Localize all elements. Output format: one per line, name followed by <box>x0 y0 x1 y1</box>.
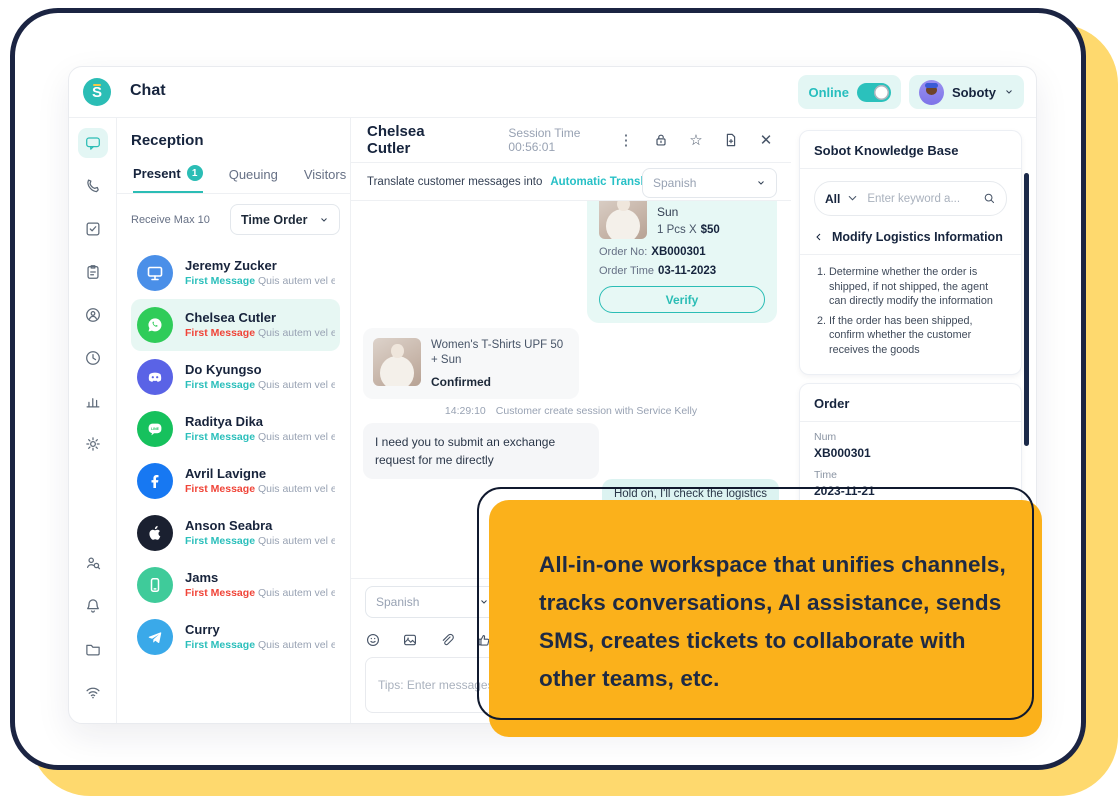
user-menu[interactable]: Soboty <box>909 75 1024 109</box>
session-time: Session Time 00:56:01 <box>508 126 603 154</box>
user-avatar <box>919 80 944 105</box>
translate-label: Translate customer messages into <box>367 176 542 188</box>
product-name: Sun <box>657 205 720 219</box>
nav-analytics-icon[interactable] <box>78 386 108 416</box>
nav-tasks-icon[interactable] <box>78 214 108 244</box>
present-count-badge: 1 <box>187 165 203 181</box>
channel-apple-icon <box>137 515 173 551</box>
feature-callout: All-in-one workspace that unifies channe… <box>489 500 1042 737</box>
kb-step: If the order has been shipped, confirm w… <box>829 314 1007 358</box>
chat-contact-name: Chelsea Cutler <box>367 123 448 157</box>
contact-row-curry[interactable]: Curry First Message Quis autem vel eum i… <box>131 611 340 663</box>
kb-search-input[interactable] <box>865 192 977 206</box>
nav-agent-icon[interactable] <box>78 300 108 330</box>
tab-queuing[interactable]: Queuing <box>229 165 278 193</box>
order-title: Order <box>814 396 1007 421</box>
nav-visitor-search-icon[interactable] <box>78 548 108 578</box>
nav-phone-icon[interactable] <box>78 171 108 201</box>
chevron-down-icon <box>846 192 859 205</box>
translate-bar: Translate customer messages into Automat… <box>351 163 791 201</box>
kb-title: Sobot Knowledge Base <box>814 143 1007 168</box>
verify-button[interactable]: Verify <box>599 286 765 313</box>
order-status: Confirmed <box>431 375 569 389</box>
page: S Chat Online Soboty <box>0 0 1120 800</box>
kb-article-header[interactable]: Modify Logistics Information <box>814 230 1007 244</box>
more-options-icon[interactable]: ⋮ <box>617 131 635 149</box>
header-right: Online Soboty <box>798 75 1024 109</box>
knowledge-base-card: Sobot Knowledge Base All Modify Logistic… <box>799 130 1022 375</box>
nav-notifications-icon[interactable] <box>78 591 108 621</box>
sort-order-select[interactable]: Time Order <box>230 204 340 235</box>
scrollbar[interactable] <box>1024 173 1029 446</box>
search-icon[interactable] <box>983 192 996 205</box>
nav-chat-icon[interactable] <box>78 128 108 158</box>
image-icon[interactable] <box>402 632 418 648</box>
contact-row-do-kyungso[interactable]: Do Kyungso First Message Quis autem vel … <box>131 351 340 403</box>
svg-text:LINE: LINE <box>151 427 159 431</box>
contact-row-raditya-dika[interactable]: LINE Raditya Dika First Message Quis aut… <box>131 403 340 455</box>
kb-filter-select[interactable]: All <box>825 192 840 206</box>
chevron-down-icon <box>319 215 329 225</box>
attachment-icon[interactable] <box>439 632 455 648</box>
customer-message-bubble: I need you to submit an exchange request… <box>363 423 599 479</box>
reception-title: Reception <box>131 132 340 149</box>
chevron-down-icon <box>1004 87 1014 97</box>
receive-max-label: Receive Max 10 <box>131 214 210 226</box>
online-toggle[interactable] <box>857 83 891 102</box>
user-name: Soboty <box>952 85 996 100</box>
reception-tabs: Present 1 Queuing Visitors <box>131 165 340 193</box>
reception-panel: Reception Present 1 Queuing Visitors Rec… <box>117 118 351 723</box>
online-label: Online <box>808 85 848 100</box>
chevron-down-icon <box>756 178 766 188</box>
emoji-icon[interactable] <box>365 632 381 648</box>
channel-line-icon: LINE <box>137 411 173 447</box>
product-photo <box>373 338 421 386</box>
contact-row-anson-seabra[interactable]: Anson Seabra First Message Quis autem ve… <box>131 507 340 559</box>
order-message-card: Sun 1 Pcs X$50 Order No:XB000301 Order T… <box>587 201 777 323</box>
sobot-logo: S <box>83 78 111 106</box>
page-title: Chat <box>130 82 166 100</box>
contact-row-jeremy-zucker[interactable]: Jeremy Zucker First Message Quis autem v… <box>131 247 340 299</box>
channel-webchat-icon <box>137 255 173 291</box>
channel-facebook-icon <box>137 463 173 499</box>
lock-icon[interactable] <box>652 131 670 149</box>
nav-history-icon[interactable] <box>78 343 108 373</box>
translate-language-select[interactable]: Spanish <box>642 168 777 198</box>
tab-present[interactable]: Present 1 <box>133 165 203 193</box>
add-document-icon[interactable] <box>722 131 740 149</box>
contact-row-avril-lavigne[interactable]: Avril Lavigne First Message Quis autem v… <box>131 455 340 507</box>
logo-letter: S <box>92 84 102 101</box>
star-icon[interactable]: ☆ <box>687 131 705 149</box>
nav-rail <box>69 118 117 723</box>
channel-whatsapp-icon <box>137 307 173 343</box>
online-status-pill: Online <box>798 75 900 109</box>
callout-text: All-in-one workspace that unifies channe… <box>539 546 1020 698</box>
product-message: Women's T-Shirts UPF 50 + Sun Confirmed <box>363 328 579 399</box>
product-photo <box>599 201 647 239</box>
channel-telegram-icon <box>137 619 173 655</box>
nav-files-icon[interactable] <box>78 634 108 664</box>
app-header: S Chat Online Soboty <box>69 67 1036 118</box>
system-message: 14:29:10Customer create session with Ser… <box>351 405 791 417</box>
chat-header: Chelsea Cutler Session Time 00:56:01 ⋮ ☆… <box>351 118 791 163</box>
channel-discord-icon <box>137 359 173 395</box>
close-icon[interactable]: ✕ <box>757 131 775 149</box>
kb-step: Determine whether the order is shipped, … <box>829 265 1007 309</box>
divider <box>117 193 350 194</box>
chevron-down-icon <box>479 597 489 607</box>
channel-mobile-icon <box>137 567 173 603</box>
tab-visitors[interactable]: Visitors <box>304 165 346 193</box>
nav-notes-icon[interactable] <box>78 257 108 287</box>
contact-list: Jeremy Zucker First Message Quis autem v… <box>131 247 340 663</box>
contact-row-jams[interactable]: Jams First Message Quis autem vel eum iu… <box>131 559 340 611</box>
kb-search-bar: All <box>814 181 1007 216</box>
nav-settings-icon[interactable] <box>78 429 108 459</box>
chevron-left-icon <box>814 232 824 242</box>
contact-row-chelsea-cutler[interactable]: Chelsea Cutler First Message Quis autem … <box>131 299 340 351</box>
kb-steps-list: Determine whether the order is shipped, … <box>814 265 1007 357</box>
reply-language-select[interactable]: Spanish <box>365 586 500 618</box>
nav-network-icon[interactable] <box>78 677 108 707</box>
